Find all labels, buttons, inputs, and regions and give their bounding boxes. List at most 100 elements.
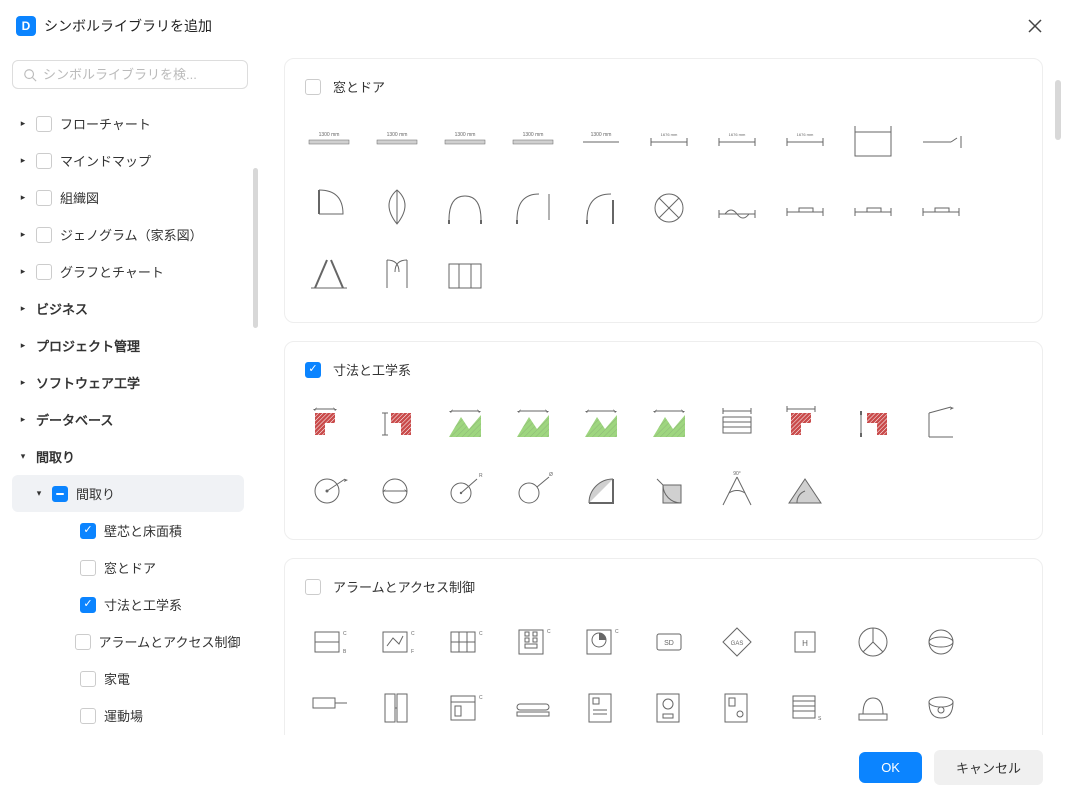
symbol-thumbnail[interactable] (509, 184, 557, 232)
tree-item[interactable]: ▸家電 (12, 660, 244, 697)
content-pane[interactable]: 窓とドア 1300 mm 1300 mm 1300 mm 1300 mm 130… (260, 48, 1067, 735)
tree-checkbox[interactable] (36, 264, 52, 280)
symbol-thumbnail[interactable] (441, 401, 489, 449)
symbol-thumbnail[interactable] (509, 684, 557, 732)
symbol-thumbnail[interactable]: R (441, 467, 489, 515)
tree-item[interactable]: ▸ビジネス (12, 290, 244, 327)
symbol-thumbnail[interactable] (373, 250, 421, 298)
tree-checkbox[interactable] (36, 153, 52, 169)
tree-checkbox[interactable] (36, 116, 52, 132)
symbol-thumbnail[interactable]: 1676 mm (645, 118, 693, 166)
symbol-thumbnail[interactable]: 90° (713, 467, 761, 515)
symbol-thumbnail[interactable]: C (441, 684, 489, 732)
symbol-thumbnail[interactable] (917, 618, 965, 666)
symbol-thumbnail[interactable]: Ø (509, 467, 557, 515)
symbol-thumbnail[interactable]: C (577, 618, 625, 666)
tree-item[interactable]: ▾間取り (12, 438, 244, 475)
symbol-thumbnail[interactable] (305, 684, 353, 732)
symbol-thumbnail[interactable]: GAS (713, 618, 761, 666)
symbol-thumbnail[interactable] (849, 618, 897, 666)
symbol-thumbnail[interactable]: C F (373, 618, 421, 666)
symbol-thumbnail[interactable] (373, 684, 421, 732)
search-box[interactable] (12, 60, 248, 89)
symbol-thumbnail[interactable]: 1300 mm (577, 118, 625, 166)
tree-checkbox[interactable] (80, 523, 96, 539)
symbol-thumbnail[interactable] (509, 401, 557, 449)
symbol-thumbnail[interactable]: H (781, 618, 829, 666)
ok-button[interactable]: OK (859, 752, 922, 783)
symbol-thumbnail[interactable] (645, 467, 693, 515)
tree-checkbox[interactable] (80, 597, 96, 613)
symbol-thumbnail[interactable]: 1300 mm (509, 118, 557, 166)
symbol-thumbnail[interactable]: S (781, 684, 829, 732)
tree-item[interactable]: ▸グラフとチャート (12, 253, 244, 290)
symbol-thumbnail[interactable]: 1676 mm (713, 118, 761, 166)
tree-item[interactable]: ▸寸法と工学系 (12, 586, 244, 623)
symbol-thumbnail[interactable] (577, 401, 625, 449)
card-checkbox[interactable] (305, 79, 321, 95)
symbol-thumbnail[interactable]: SD (645, 618, 693, 666)
symbol-thumbnail[interactable] (849, 684, 897, 732)
tree-item[interactable]: ▸運動場 (12, 697, 244, 734)
symbol-thumbnail[interactable]: 1300 mm (441, 118, 489, 166)
symbol-thumbnail[interactable] (849, 184, 897, 232)
symbol-thumbnail[interactable] (577, 184, 625, 232)
tree-checkbox[interactable] (80, 560, 96, 576)
tree-checkbox[interactable] (75, 634, 91, 650)
symbol-thumbnail[interactable]: C (441, 618, 489, 666)
symbol-thumbnail[interactable] (441, 250, 489, 298)
symbol-thumbnail[interactable] (849, 401, 897, 449)
symbol-thumbnail[interactable] (781, 401, 829, 449)
tree-item[interactable]: ▸プロジェクト管理 (12, 327, 244, 364)
symbol-thumbnail[interactable] (917, 184, 965, 232)
search-input[interactable] (43, 67, 237, 82)
symbol-thumbnail[interactable] (849, 118, 897, 166)
symbol-thumbnail[interactable] (305, 250, 353, 298)
tree-item[interactable]: ▸壁芯と床面積 (12, 512, 244, 549)
content-scrollbar-thumb[interactable] (1055, 80, 1061, 140)
symbol-thumbnail[interactable] (781, 467, 829, 515)
symbol-thumbnail[interactable] (305, 467, 353, 515)
tree-checkbox[interactable] (36, 227, 52, 243)
symbol-thumbnail[interactable] (645, 401, 693, 449)
symbol-thumbnail[interactable] (713, 184, 761, 232)
symbol-thumbnail[interactable] (645, 184, 693, 232)
symbol-thumbnail[interactable] (373, 467, 421, 515)
tree-item[interactable]: ▸ソフトウェア工学 (12, 364, 244, 401)
symbol-thumbnail[interactable] (713, 401, 761, 449)
symbol-thumbnail[interactable] (305, 401, 353, 449)
tree-checkbox[interactable] (36, 190, 52, 206)
tree-item[interactable]: ▸データベース (12, 401, 244, 438)
tree-item[interactable]: ▾間取り (12, 475, 244, 512)
tree-item[interactable]: ▸組織図 (12, 179, 244, 216)
symbol-thumbnail[interactable] (713, 684, 761, 732)
symbol-thumbnail[interactable] (373, 184, 421, 232)
symbol-thumbnail[interactable]: C (509, 618, 557, 666)
symbol-thumbnail[interactable]: 1300 mm (305, 118, 353, 166)
category-tree[interactable]: ▸フローチャート▸マインドマップ▸組織図▸ジェノグラム（家系図）▸グラフとチャー… (12, 105, 248, 735)
card-checkbox[interactable] (305, 362, 321, 378)
tree-checkbox[interactable] (80, 708, 96, 724)
symbol-thumbnail[interactable] (577, 467, 625, 515)
tree-item[interactable]: ▸フローチャート (12, 105, 244, 142)
symbol-thumbnail[interactable] (645, 684, 693, 732)
symbol-thumbnail[interactable] (577, 684, 625, 732)
tree-checkbox[interactable] (52, 486, 68, 502)
symbol-thumbnail[interactable]: C B (305, 618, 353, 666)
tree-item[interactable]: ▸窓とドア (12, 549, 244, 586)
tree-checkbox[interactable] (80, 671, 96, 687)
symbol-thumbnail[interactable] (781, 184, 829, 232)
symbol-thumbnail[interactable] (917, 118, 965, 166)
symbol-thumbnail[interactable] (917, 401, 965, 449)
tree-item[interactable]: ▸ジェノグラム（家系図） (12, 216, 244, 253)
symbol-thumbnail[interactable]: 1300 mm (373, 118, 421, 166)
card-checkbox[interactable] (305, 579, 321, 595)
symbol-thumbnail[interactable]: 1676 mm (781, 118, 829, 166)
close-button[interactable] (1027, 18, 1043, 34)
cancel-button[interactable]: キャンセル (934, 750, 1043, 785)
tree-item[interactable]: ▸アラームとアクセス制御 (12, 623, 244, 660)
symbol-thumbnail[interactable] (917, 684, 965, 732)
tree-item[interactable]: ▸マインドマップ (12, 142, 244, 179)
symbol-thumbnail[interactable] (305, 184, 353, 232)
symbol-thumbnail[interactable] (373, 401, 421, 449)
